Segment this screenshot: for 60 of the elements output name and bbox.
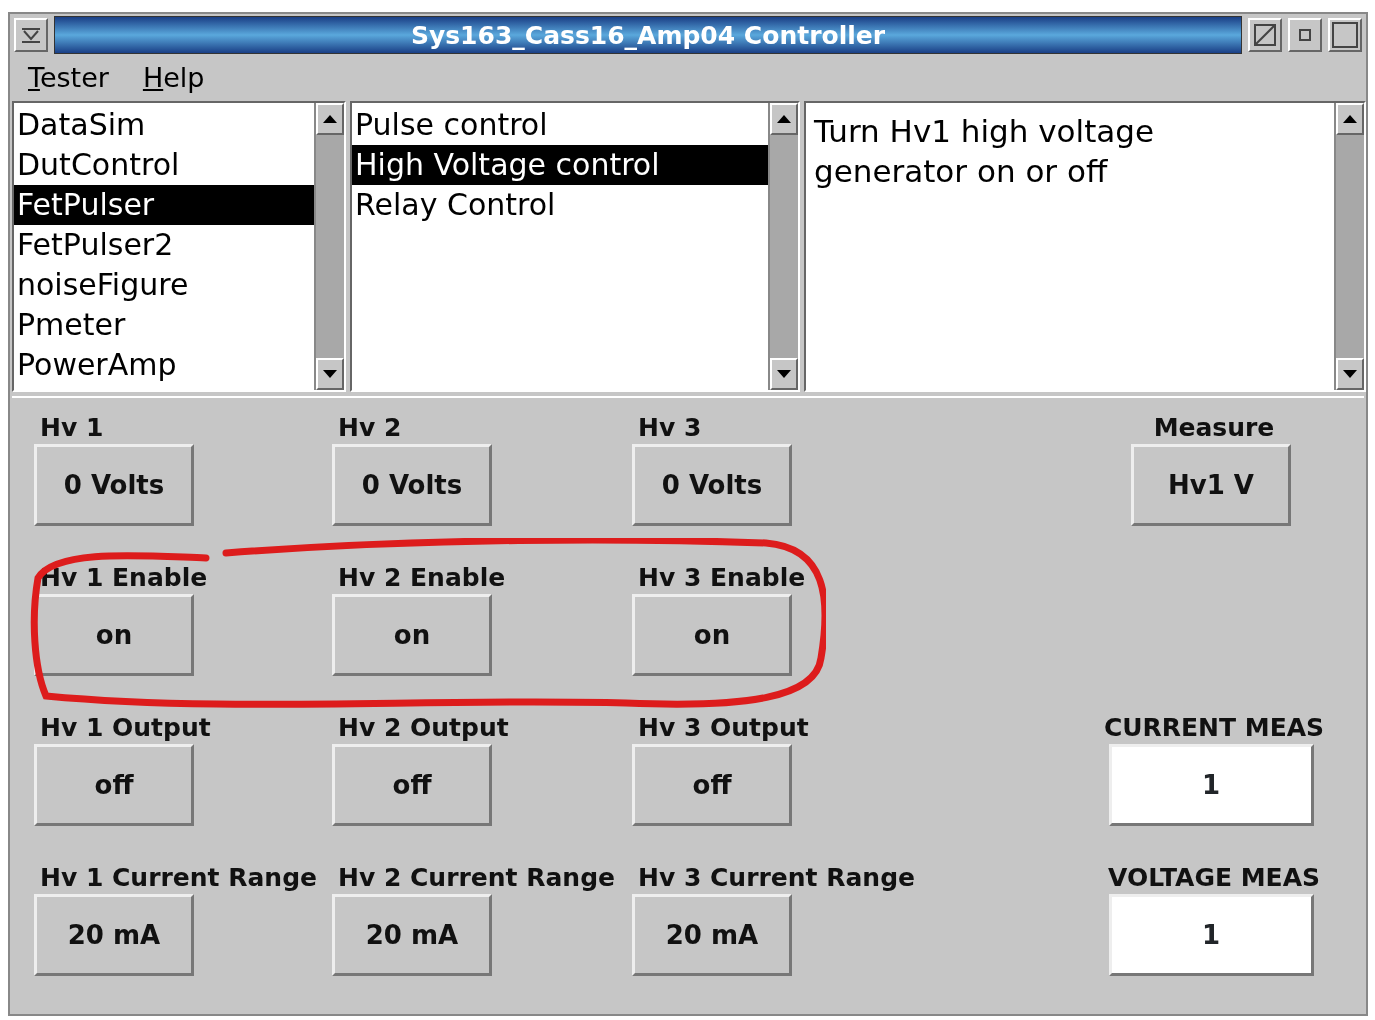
list-item[interactable]: Relay Control (352, 184, 768, 225)
description-text: Turn Hv1 high voltage generator on or off (813, 111, 1156, 191)
scrollbar[interactable] (768, 102, 798, 390)
control-button[interactable]: on (332, 594, 492, 676)
list-item[interactable]: noiseFigure (14, 264, 314, 305)
control-button[interactable]: on (632, 594, 792, 676)
control-button[interactable]: off (34, 744, 194, 826)
scroll-down-icon[interactable] (776, 369, 792, 379)
control-button[interactable]: off (632, 744, 792, 826)
control-label: Hv 3 (637, 412, 702, 444)
list-item[interactable]: Pmeter (14, 304, 314, 345)
scroll-up-icon[interactable] (1342, 113, 1358, 124)
control-label: Hv 3 Current Range (637, 862, 915, 894)
list-item[interactable]: FetPulser (14, 184, 314, 225)
control-label: Hv 2 Enable (337, 562, 506, 594)
list-item[interactable]: PowerAmp (14, 344, 314, 385)
list-item[interactable]: DutControl (14, 144, 314, 185)
control-button[interactable]: 20 mA (34, 894, 194, 976)
list-item[interactable]: Pulse control (352, 104, 768, 145)
control-label: Measure (1152, 412, 1275, 444)
restore-button[interactable] (1328, 18, 1362, 53)
control-button[interactable]: on (34, 594, 194, 676)
scroll-down-icon[interactable] (322, 369, 338, 379)
list-item[interactable]: FetPulser2 (14, 224, 314, 265)
list-item[interactable]: High Voltage control (352, 144, 768, 185)
menu-item[interactable]: Help (142, 58, 205, 99)
control-label: Hv 3 Output (637, 712, 809, 744)
list-item[interactable]: DataSim (14, 104, 314, 145)
restore-icon (1332, 22, 1358, 49)
scrollbar[interactable] (314, 102, 344, 390)
control-button[interactable]: off (332, 744, 492, 826)
minimize-button[interactable] (1288, 18, 1322, 53)
maximize-button[interactable] (1248, 18, 1282, 53)
control-label: VOLTAGE MEAS (1107, 862, 1320, 894)
window-title: Sys163_Cass16_Amp04 Controller (54, 16, 1242, 55)
control-label: Hv 2 (337, 412, 402, 444)
scroll-down-icon[interactable] (1342, 369, 1358, 379)
control-button[interactable]: 0 Volts (632, 444, 792, 526)
value-display: 1 (1108, 744, 1314, 826)
control-label: Hv 2 Output (337, 712, 509, 744)
menu-item[interactable]: Tester (28, 58, 109, 99)
control-label: Hv 1 Output (39, 712, 211, 744)
control-button[interactable]: 0 Volts (34, 444, 194, 526)
scroll-up-icon[interactable] (322, 113, 338, 124)
minimize-icon (1298, 28, 1312, 43)
control-label: Hv 3 Enable (637, 562, 806, 594)
window-menu-button[interactable] (14, 18, 48, 53)
control-label: CURRENT MEAS (1102, 712, 1325, 744)
menu-icon (20, 26, 42, 45)
control-button[interactable]: Hv1 V (1131, 444, 1291, 526)
scroll-up-icon[interactable] (776, 113, 792, 124)
control-label: Hv 1 (39, 412, 104, 444)
scrollbar[interactable] (1334, 102, 1364, 390)
control-button[interactable]: 20 mA (632, 894, 792, 976)
control-label: Hv 2 Current Range (337, 862, 615, 894)
maximize-icon (1253, 23, 1277, 48)
control-button[interactable]: 0 Volts (332, 444, 492, 526)
control-label: Hv 1 Current Range (39, 862, 317, 894)
control-button[interactable]: 20 mA (332, 894, 492, 976)
value-display: 1 (1108, 894, 1314, 976)
